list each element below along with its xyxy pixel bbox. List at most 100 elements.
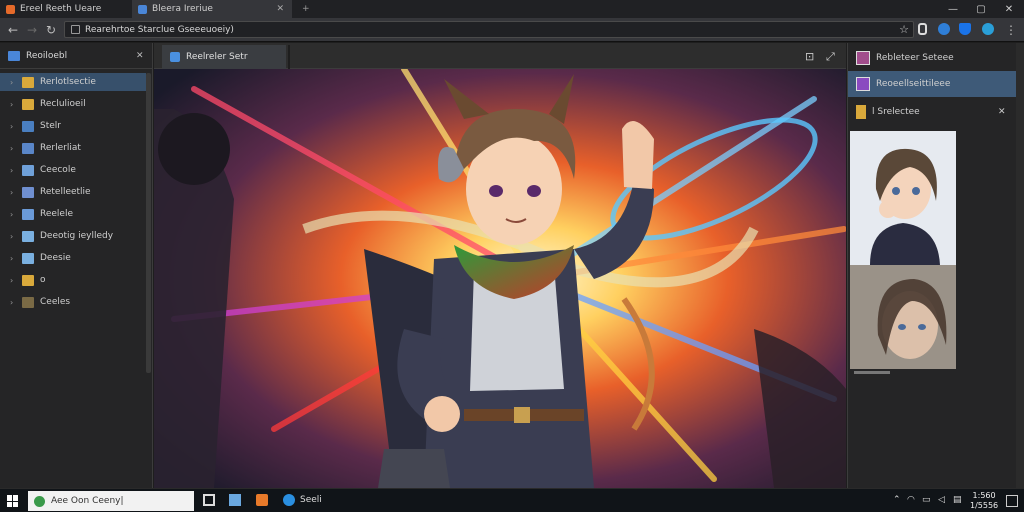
keyboard-icon[interactable]: ▤	[953, 495, 962, 505]
chevron-right-icon[interactable]: ›	[10, 232, 16, 241]
shield-ext-icon[interactable]	[959, 23, 971, 35]
folder-icon	[856, 105, 866, 119]
tree-item-label: Retelleetlie	[40, 187, 91, 197]
preview-thumbnail-2[interactable]	[850, 265, 956, 369]
explorer-header: Reoiloebl ✕	[0, 43, 152, 69]
tree-item[interactable]: › Stelr	[0, 117, 146, 135]
chevron-right-icon[interactable]: ›	[10, 122, 16, 131]
edge-ext-icon[interactable]	[982, 23, 994, 35]
browser-tab-1[interactable]: Ereel Reeth Ueare	[0, 0, 128, 18]
minimize-button[interactable]: —	[938, 0, 968, 18]
split-editor-icon[interactable]: ⊡	[805, 50, 814, 63]
new-tab-button[interactable]: +	[296, 0, 314, 18]
preview-thumbnail-1[interactable]	[850, 131, 956, 265]
tree-item-label: Rerlerliat	[40, 143, 81, 153]
editor-tab-bar: Reelreler Setr ⊡ ⤢	[154, 43, 846, 69]
portrait-thumbnail	[850, 265, 956, 369]
chevron-right-icon[interactable]: ›	[10, 100, 16, 109]
chevron-right-icon[interactable]: ›	[10, 254, 16, 263]
close-panel-icon[interactable]: ✕	[136, 51, 144, 61]
folder-icon	[22, 76, 34, 88]
explorer-title: Reoiloebl	[26, 50, 68, 61]
chevron-right-icon[interactable]: ›	[10, 188, 16, 197]
maximize-button[interactable]: ▢	[966, 0, 996, 18]
back-icon[interactable]: ←	[6, 23, 20, 37]
extension-icon[interactable]	[918, 23, 927, 35]
chevron-right-icon[interactable]: ›	[10, 166, 16, 175]
tree-item-label: o	[40, 275, 46, 285]
pinned-app-label[interactable]: Seeli	[300, 495, 322, 505]
reload-icon[interactable]: ↻	[44, 23, 58, 37]
tree-item[interactable]: › Deesie	[0, 249, 146, 267]
chevron-up-icon[interactable]: ⌃	[893, 495, 901, 505]
gallery-item-3[interactable]: l Srelectee ✕	[848, 99, 1024, 125]
chevron-right-icon[interactable]: ›	[10, 298, 16, 307]
tree-item[interactable]: › Rerlerliat	[0, 139, 146, 157]
image-thumb-icon	[856, 77, 870, 91]
image-viewer: Reelreler Setr ⊡ ⤢	[154, 43, 846, 488]
tree-item[interactable]: › Reelele	[0, 205, 146, 223]
page-info-icon[interactable]	[71, 25, 80, 34]
gallery-scrollbar[interactable]	[1016, 43, 1024, 488]
close-icon[interactable]: ✕	[998, 107, 1006, 117]
expand-icon[interactable]: ⤢	[826, 50, 835, 64]
folder-icon	[22, 274, 34, 286]
address-bar[interactable]: Rearehrtoe Starclue Gseeeuoeiy) ☆	[64, 21, 914, 38]
site-favicon-icon	[138, 4, 147, 14]
tab-label: Ereel Reeth Ueare	[20, 4, 102, 14]
close-tab-icon[interactable]: ✕	[276, 4, 284, 14]
address-text: Rearehrtoe Starclue Gseeeuoeiy)	[85, 24, 234, 35]
close-window-button[interactable]: ✕	[994, 0, 1024, 18]
task-view-icon[interactable]	[203, 494, 215, 506]
forward-icon[interactable]: →	[25, 23, 39, 37]
gallery-item-1[interactable]: Rebleteer Seteee	[848, 45, 1024, 71]
tree-item-label: Rerlotlsectie	[40, 77, 96, 87]
battery-icon[interactable]: ▭	[922, 495, 931, 505]
clock[interactable]: 1:560 1/5556	[970, 491, 998, 511]
tree-item[interactable]: › o	[0, 271, 146, 289]
editor-tab[interactable]: Reelreler Setr	[162, 45, 286, 69]
tree-item-label: Reelele	[40, 209, 73, 219]
tree-item-label: Reclulioeil	[40, 99, 86, 109]
gallery-item-2[interactable]: Reoeellseittileee	[848, 71, 1024, 97]
monitor-icon	[22, 230, 34, 242]
tree-item[interactable]: › Ceeles	[0, 293, 146, 311]
chevron-right-icon[interactable]: ›	[10, 276, 16, 285]
tree-item-label: Deeotig ieylledy	[40, 231, 114, 241]
menu-icon[interactable]: ⋮	[1004, 23, 1018, 37]
network-icon[interactable]: ◠	[907, 495, 915, 505]
account-icon[interactable]	[938, 23, 950, 35]
chevron-right-icon[interactable]: ›	[10, 210, 16, 219]
browser-tab-strip: Ereel Reeth Ueare Bleera Ireriue ✕ + — ▢…	[0, 0, 1024, 18]
volume-icon[interactable]: ◁	[938, 495, 945, 505]
tab-label: Bleera Ireriue	[152, 4, 213, 14]
tree-item[interactable]: › Deeotig ieylledy	[0, 227, 146, 245]
folder-dark-icon	[22, 296, 34, 308]
tree-item-label: Ceecole	[40, 165, 76, 175]
tree-item[interactable]: › Reclulioeil	[0, 95, 146, 113]
tree-item[interactable]: › Ceecole	[0, 161, 146, 179]
chevron-right-icon[interactable]: ›	[10, 78, 16, 87]
browser-tab-2[interactable]: Bleera Ireriue ✕	[132, 0, 292, 18]
thumbnail-caption	[854, 371, 890, 374]
artwork-illustration	[154, 69, 846, 488]
image-thumb-icon	[856, 51, 870, 65]
bookmark-star-icon[interactable]: ☆	[899, 23, 909, 36]
tree-item[interactable]: › Rerlotlsectie	[0, 73, 146, 91]
image-file-icon	[170, 52, 180, 62]
editor-tab-label: Reelreler Setr	[186, 52, 248, 62]
taskbar-search[interactable]: Aee Oon Ceeny|	[28, 491, 194, 511]
folder-icon	[22, 98, 34, 110]
gallery-item-label: l Srelectee	[872, 107, 920, 117]
notification-icon[interactable]	[1006, 495, 1018, 507]
chevron-right-icon[interactable]: ›	[10, 144, 16, 153]
explorer-scrollbar[interactable]	[146, 73, 151, 373]
start-icon[interactable]	[7, 495, 19, 507]
store-icon[interactable]	[256, 494, 268, 506]
tree-item[interactable]: › Retelleetlie	[0, 183, 146, 201]
clock-date: 1/5556	[970, 501, 999, 510]
shield-icon	[22, 208, 34, 220]
edge-icon[interactable]	[283, 494, 295, 506]
file-explorer-icon[interactable]	[229, 494, 241, 506]
cube-icon	[22, 142, 34, 154]
